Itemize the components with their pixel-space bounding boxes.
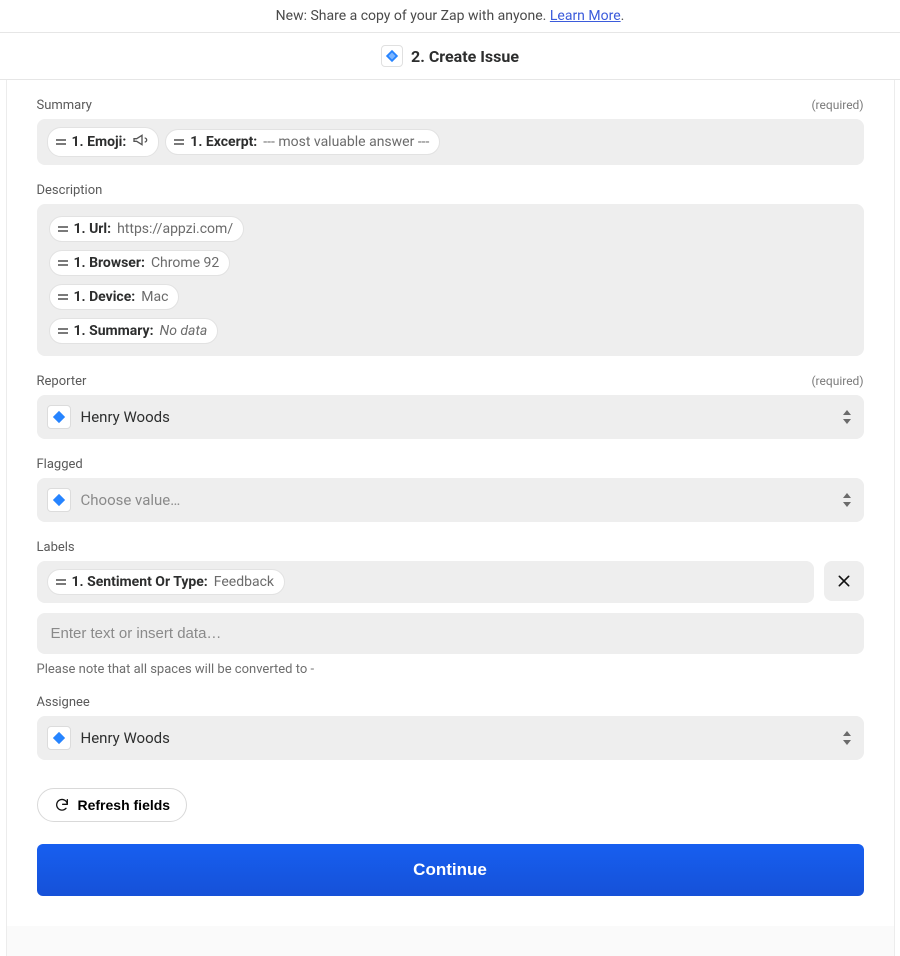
field-assignee: Assignee Henry Woods [37, 695, 864, 760]
clear-labels-button[interactable] [824, 561, 864, 601]
megaphone-icon [132, 132, 148, 152]
close-icon [836, 573, 852, 589]
assignee-select[interactable]: Henry Woods [37, 716, 864, 760]
jira-icon [47, 405, 71, 429]
sort-arrows-icon [842, 731, 852, 745]
pill-value: --- most valuable answer --- [263, 134, 429, 150]
pill-key: 1. Excerpt: [190, 134, 257, 150]
form-panel: Summary (required) 1. Emoji: 1. Excerpt:… [6, 80, 895, 956]
jira-icon [381, 45, 403, 67]
banner-text: New: Share a copy of your Zap with anyon… [276, 8, 550, 24]
data-source-icon [58, 260, 68, 266]
summary-required: (required) [811, 98, 863, 112]
field-labels: Labels 1. Sentiment Or Type: Feedback Pl… [37, 540, 864, 677]
field-reporter: Reporter (required) Henry Woods [37, 374, 864, 439]
data-source-icon [174, 139, 184, 145]
data-source-icon [56, 139, 66, 145]
top-banner: New: Share a copy of your Zap with anyon… [0, 0, 900, 33]
description-pill-url[interactable]: 1. Url: https://appzi.com/ [49, 216, 245, 242]
field-summary: Summary (required) 1. Emoji: 1. Excerpt:… [37, 98, 864, 165]
learn-more-link[interactable]: Learn More [550, 8, 621, 24]
reporter-required: (required) [811, 374, 863, 388]
assignee-label: Assignee [37, 695, 90, 710]
banner-suffix: . [621, 8, 625, 24]
pill-value: Chrome 92 [151, 255, 219, 271]
reporter-value: Henry Woods [81, 408, 170, 426]
description-pill-device[interactable]: 1. Device: Mac [49, 284, 180, 310]
description-pill-summary[interactable]: 1. Summary: No data [49, 318, 219, 344]
pill-value: No data [160, 323, 208, 339]
pill-value: https://appzi.com/ [117, 221, 233, 237]
description-label: Description [37, 183, 103, 198]
pill-key: 1. Summary: [74, 323, 154, 339]
step-title: 2. Create Issue [411, 47, 519, 66]
pill-key: 1. Url: [74, 221, 112, 237]
reporter-select[interactable]: Henry Woods [37, 395, 864, 439]
description-input[interactable]: 1. Url: https://appzi.com/ 1. Browser: C… [37, 204, 864, 356]
flagged-label: Flagged [37, 457, 83, 472]
refresh-label: Refresh fields [78, 797, 171, 813]
description-pill-browser[interactable]: 1. Browser: Chrome 92 [49, 250, 231, 276]
data-source-icon [56, 579, 66, 585]
summary-pill-excerpt[interactable]: 1. Excerpt: --- most valuable answer --- [165, 129, 440, 155]
field-flagged: Flagged Choose value… [37, 457, 864, 522]
pill-key: 1. Emoji: [72, 134, 127, 150]
labels-input[interactable]: 1. Sentiment Or Type: Feedback [37, 561, 814, 603]
labels-pill-sentiment[interactable]: 1. Sentiment Or Type: Feedback [47, 569, 286, 595]
sort-arrows-icon [842, 493, 852, 507]
jira-icon [47, 726, 71, 750]
labels-help-text: Please note that all spaces will be conv… [37, 662, 864, 677]
summary-pill-emoji[interactable]: 1. Emoji: [47, 127, 160, 157]
pill-key: 1. Device: [74, 289, 136, 305]
continue-button[interactable]: Continue [37, 844, 864, 896]
step-header: 2. Create Issue [0, 33, 900, 80]
summary-input[interactable]: 1. Emoji: 1. Excerpt: --- most valuable … [37, 119, 864, 165]
flagged-select[interactable]: Choose value… [37, 478, 864, 522]
labels-text-input[interactable] [37, 613, 864, 654]
jira-icon [47, 488, 71, 512]
refresh-fields-button[interactable]: Refresh fields [37, 788, 188, 822]
reporter-label: Reporter [37, 374, 87, 389]
pill-value: Feedback [214, 574, 274, 590]
field-description: Description 1. Url: https://appzi.com/ 1… [37, 183, 864, 356]
labels-label: Labels [37, 540, 75, 555]
refresh-icon [54, 797, 70, 813]
data-source-icon [58, 328, 68, 334]
assignee-value: Henry Woods [81, 729, 170, 747]
data-source-icon [58, 294, 68, 300]
flagged-placeholder: Choose value… [81, 491, 181, 509]
data-source-icon [58, 226, 68, 232]
pill-value: Mac [141, 289, 168, 305]
pill-key: 1. Sentiment Or Type: [72, 574, 208, 590]
pill-key: 1. Browser: [74, 255, 145, 271]
summary-label: Summary [37, 98, 92, 113]
sort-arrows-icon [842, 410, 852, 424]
